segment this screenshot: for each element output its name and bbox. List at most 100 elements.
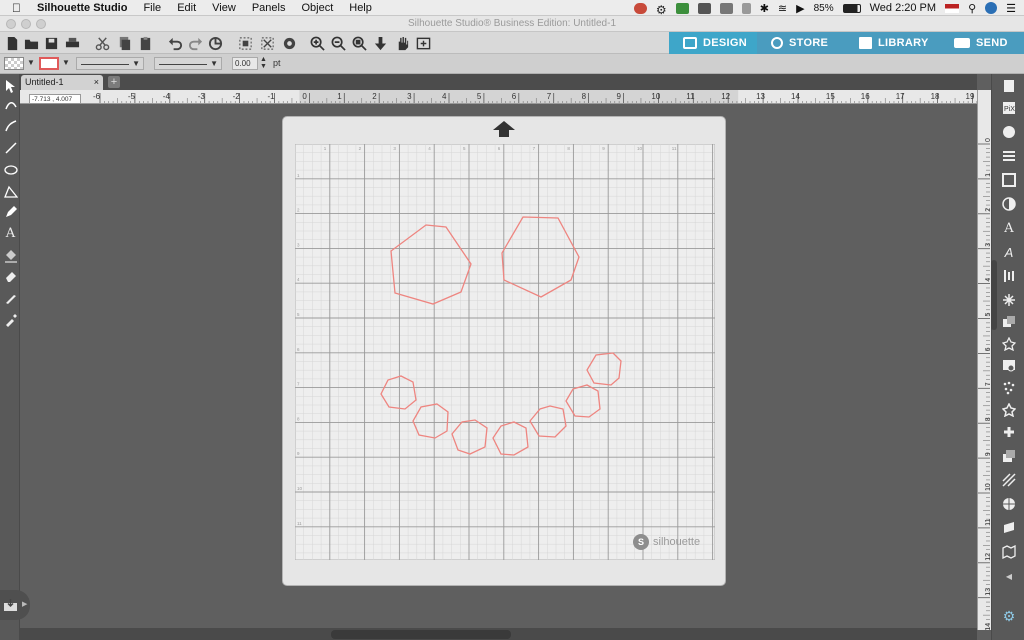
redo-button[interactable]	[187, 35, 203, 51]
copy-button[interactable]	[116, 35, 132, 51]
line-tool-icon[interactable]	[3, 140, 18, 155]
gear-status-icon[interactable]: ⚙	[656, 3, 667, 17]
bluetooth-icon[interactable]: ✱	[760, 2, 769, 15]
point-edit-icon[interactable]	[3, 98, 18, 113]
tab-library[interactable]: LIBRARY	[845, 32, 940, 54]
eyedropper-tool-icon[interactable]	[3, 312, 18, 327]
modify-panel-icon[interactable]	[1001, 314, 1017, 330]
transform-panel-icon[interactable]	[1001, 172, 1017, 188]
print-button[interactable]	[64, 35, 80, 51]
volume-status-icon[interactable]	[741, 2, 751, 14]
release-button[interactable]	[207, 35, 223, 51]
fit-page-button[interactable]	[415, 35, 431, 51]
vertical-scrollbar-thumb[interactable]	[991, 260, 997, 330]
fill-tool-icon[interactable]	[3, 248, 18, 263]
sync-status-icon[interactable]	[675, 2, 689, 14]
heptagon-shape-large-right[interactable]	[501, 216, 580, 298]
line-style-panel-icon[interactable]	[1001, 148, 1017, 164]
design-canvas[interactable]: 1 2 3 4 5 6 7 8 9 10 11 1 2 3 4 5 6 7 8 9 10 11 S silhouette	[20, 104, 977, 628]
spotlight-search-icon[interactable]: ⚲	[968, 2, 976, 15]
close-window-button[interactable]	[6, 19, 16, 29]
line-color-swatch[interactable]	[39, 57, 59, 70]
heptagon-shape-small-7[interactable]	[586, 352, 622, 386]
undo-button[interactable]	[167, 35, 183, 51]
apple-menu-icon[interactable]: 	[0, 0, 29, 16]
align-panel-icon[interactable]	[1001, 268, 1017, 284]
fill-color-swatch[interactable]	[4, 57, 24, 70]
heptagon-shape-small-2[interactable]	[412, 403, 449, 439]
library-panel-icon[interactable]	[1001, 496, 1017, 512]
text-style-panel-icon[interactable]: A	[1001, 220, 1017, 236]
paste-button[interactable]	[137, 35, 153, 51]
save-button[interactable]	[43, 35, 59, 51]
close-tab-icon[interactable]: ×	[94, 75, 99, 90]
fill-dropdown-icon[interactable]: ▼	[27, 58, 35, 67]
zoom-out-button[interactable]	[330, 35, 346, 51]
knife-tool-icon[interactable]	[3, 290, 18, 305]
line-join-select[interactable]: ▼	[154, 57, 222, 70]
line-color-dropdown-icon[interactable]: ▼	[62, 58, 70, 67]
eraser-stroke-icon[interactable]	[3, 118, 18, 133]
compound-path-button[interactable]	[281, 35, 297, 51]
pan-hand-button[interactable]	[394, 35, 410, 51]
open-button[interactable]	[23, 35, 39, 51]
menu-object[interactable]: Object	[293, 0, 341, 16]
emboss-panel-icon[interactable]	[1001, 424, 1017, 440]
notification-center-icon[interactable]: ☰	[1006, 2, 1016, 15]
text-tool-icon[interactable]: A	[3, 226, 18, 241]
horizontal-scrollbar-thumb[interactable]	[331, 630, 511, 639]
group-button[interactable]	[237, 35, 253, 51]
heptagon-shape-small-1[interactable]	[380, 375, 417, 410]
cut-button[interactable]	[94, 35, 110, 51]
mail-status-icon[interactable]	[719, 2, 733, 14]
settings-gear-icon[interactable]: ⚙	[1001, 608, 1017, 624]
page-setup-icon[interactable]	[1001, 78, 1017, 94]
line-style-select[interactable]: ▼	[76, 57, 144, 70]
clock[interactable]: Wed 2:20 PM	[870, 2, 936, 14]
pixscan-icon[interactable]: PiX	[1001, 100, 1017, 116]
ungroup-button[interactable]	[259, 35, 275, 51]
layers-panel-icon[interactable]	[1001, 448, 1017, 464]
share-status-icon[interactable]	[697, 2, 711, 14]
zoom-in-button[interactable]	[309, 35, 325, 51]
rhinestone-panel-icon[interactable]	[1001, 402, 1017, 418]
replicate-panel-icon[interactable]	[1001, 292, 1017, 308]
fold-panel-icon[interactable]	[1001, 520, 1017, 536]
select-pointer-icon[interactable]	[3, 78, 18, 93]
battery-percent[interactable]: 85%	[814, 3, 834, 14]
heptagon-shape-large-left[interactable]	[390, 224, 472, 305]
text-path-panel-icon[interactable]: A	[1001, 244, 1017, 260]
line-width-stepper[interactable]: ▲ ▼	[260, 56, 267, 70]
menu-help[interactable]: Help	[341, 0, 380, 16]
wifi-icon[interactable]: ≊	[778, 2, 787, 15]
zoom-window-button[interactable]	[36, 19, 46, 29]
draw-pencil-icon[interactable]	[3, 204, 18, 219]
fit-to-window-button[interactable]	[372, 35, 388, 51]
app-menu[interactable]: Silhouette Studio	[29, 0, 135, 16]
download-queue-button[interactable]: ▶	[0, 590, 30, 620]
menu-file[interactable]: File	[135, 0, 169, 16]
heptagon-shape-small-5[interactable]	[529, 405, 567, 438]
zoom-select-button[interactable]	[351, 35, 367, 51]
status-app-icon[interactable]	[633, 2, 647, 14]
offset-panel-icon[interactable]	[1001, 336, 1017, 352]
collapse-panel-arrow-icon[interactable]: ◀	[1001, 568, 1017, 584]
fill-panel-icon[interactable]	[1001, 124, 1017, 140]
heptagon-shape-small-4[interactable]	[492, 421, 529, 456]
battery-icon[interactable]	[842, 3, 861, 13]
polygon-tool-icon[interactable]	[3, 184, 18, 199]
heptagon-shape-small-6[interactable]	[565, 384, 601, 418]
flag-icon[interactable]	[945, 3, 960, 13]
sketch-panel-icon[interactable]	[1001, 380, 1017, 396]
tab-send[interactable]: SEND	[940, 32, 1024, 54]
heptagon-shape-small-3[interactable]	[451, 419, 488, 455]
add-tab-button[interactable]: +	[108, 76, 120, 88]
ellipse-tool-icon[interactable]	[3, 162, 18, 177]
trace-panel-icon[interactable]	[1001, 358, 1017, 374]
new-document-button[interactable]	[4, 35, 20, 51]
document-tab[interactable]: Untitled-1 ×	[21, 75, 103, 90]
tab-design[interactable]: DESIGN	[669, 32, 757, 54]
menu-edit[interactable]: Edit	[169, 0, 204, 16]
horizontal-scrollbar[interactable]	[20, 628, 977, 640]
tab-store[interactable]: STORE	[757, 32, 845, 54]
